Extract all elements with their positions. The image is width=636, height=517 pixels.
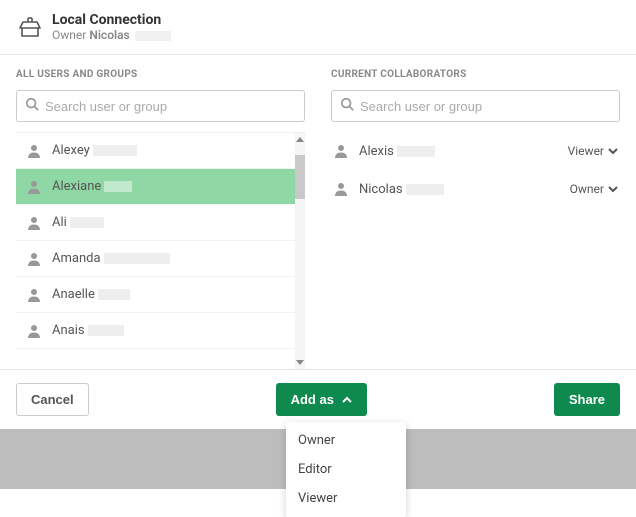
collaborator-name: Nicolas: [359, 182, 403, 197]
user-lastname-redacted: [104, 181, 132, 192]
add-as-menu: OwnerEditorViewer: [286, 422, 406, 517]
dialog-footer: Cancel Add as Share OwnerEditorViewer: [0, 369, 636, 429]
add-as-button-label: Add as: [291, 392, 334, 407]
person-icon: [26, 287, 42, 303]
person-icon: [333, 181, 349, 197]
user-name: Alexey: [52, 143, 90, 158]
user-row[interactable]: Ali: [16, 205, 305, 241]
scrollbar-thumb[interactable]: [295, 155, 305, 199]
collaborators-list: Alexis Viewer Nicolas Owner: [331, 132, 620, 208]
user-name: Anais: [52, 323, 85, 338]
person-icon: [26, 179, 42, 195]
all-users-label: ALL USERS AND GROUPS: [16, 69, 305, 80]
chevron-down-icon: [608, 182, 618, 196]
cancel-button-label: Cancel: [31, 392, 74, 407]
owner-line: Owner Nicolas: [52, 28, 171, 42]
person-icon: [333, 143, 349, 159]
role-selector[interactable]: Viewer: [568, 144, 618, 158]
collaborator-row: Alexis Viewer: [331, 132, 620, 170]
user-name: Amanda: [52, 251, 101, 266]
user-lastname-redacted: [93, 145, 137, 156]
user-lastname-redacted: [104, 253, 170, 264]
user-name: Alexiane: [52, 179, 101, 194]
collaborators-search-input[interactable]: [360, 99, 611, 114]
cancel-button[interactable]: Cancel: [16, 383, 89, 416]
owner-name: Nicolas: [89, 28, 129, 42]
collaborator-lastname-redacted: [397, 146, 435, 157]
connection-icon: [16, 13, 44, 41]
collaborators-panel: CURRENT COLLABORATORS Alexis Viewer Nicola…: [331, 69, 620, 369]
person-icon: [26, 251, 42, 267]
collaborators-search[interactable]: [331, 90, 620, 122]
dialog-body: ALL USERS AND GROUPS Alexey Alexiane Ali Am…: [0, 55, 636, 369]
user-row[interactable]: Anaelle: [16, 277, 305, 313]
chevron-down-icon: [608, 144, 618, 158]
user-row[interactable]: Alexey: [16, 133, 305, 169]
scroll-down-icon[interactable]: [296, 360, 304, 365]
share-button-label: Share: [569, 392, 605, 407]
collaborator-role: Owner: [570, 182, 604, 196]
user-row[interactable]: Anais: [16, 313, 305, 349]
all-users-list-container: Alexey Alexiane Ali Amanda Anaelle Anais: [16, 132, 305, 369]
search-icon: [25, 97, 45, 115]
collaborator-role: Viewer: [568, 144, 604, 158]
user-name: Anaelle: [52, 287, 95, 302]
scroll-up-icon[interactable]: [296, 137, 304, 142]
person-icon: [26, 143, 42, 159]
share-button[interactable]: Share: [554, 383, 620, 416]
user-name: Ali: [52, 215, 67, 230]
user-lastname-redacted: [98, 289, 130, 300]
user-lastname-redacted: [70, 217, 104, 228]
add-as-menu-item[interactable]: Viewer: [286, 484, 406, 513]
person-icon: [26, 215, 42, 231]
all-users-list[interactable]: Alexey Alexiane Ali Amanda Anaelle Anais: [16, 133, 305, 369]
role-selector[interactable]: Owner: [570, 182, 618, 196]
owner-lastname-redacted: [135, 31, 171, 41]
user-row[interactable]: Amanda: [16, 241, 305, 277]
chevron-up-icon: [342, 392, 352, 407]
user-lastname-redacted: [88, 325, 124, 336]
all-users-panel: ALL USERS AND GROUPS Alexey Alexiane Ali Am…: [16, 69, 305, 369]
user-row[interactable]: Alexiane: [16, 169, 305, 205]
person-icon: [26, 323, 42, 339]
owner-label: Owner: [52, 28, 86, 42]
search-icon: [340, 97, 360, 115]
collaborators-label: CURRENT COLLABORATORS: [331, 69, 620, 80]
all-users-search-input[interactable]: [45, 99, 296, 114]
collaborator-name: Alexis: [359, 144, 394, 159]
all-users-search[interactable]: [16, 90, 305, 122]
add-as-menu-item[interactable]: Owner: [286, 426, 406, 455]
add-as-button[interactable]: Add as: [276, 383, 367, 416]
collaborator-lastname-redacted: [406, 184, 444, 195]
dialog-title: Local Connection: [52, 12, 171, 28]
add-as-menu-item[interactable]: Editor: [286, 455, 406, 484]
dialog-header: Local Connection Owner Nicolas: [0, 0, 636, 55]
scrollbar[interactable]: [295, 133, 305, 369]
collaborator-row: Nicolas Owner: [331, 170, 620, 208]
